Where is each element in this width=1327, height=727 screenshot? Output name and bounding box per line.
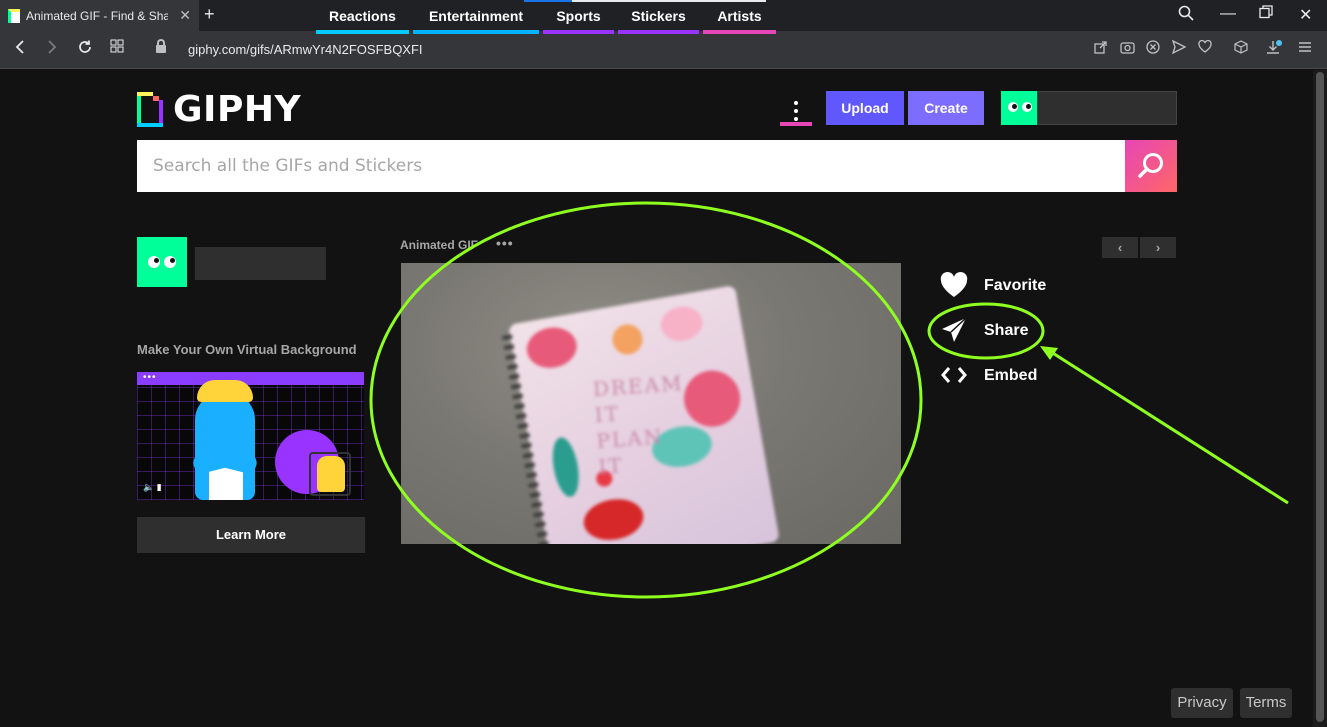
menu-icon[interactable]	[1298, 40, 1312, 57]
lock-icon[interactable]	[156, 39, 166, 53]
close-tab-icon[interactable]: ✕	[179, 7, 191, 24]
learn-more-button[interactable]: Learn More	[137, 517, 365, 553]
send-icon[interactable]	[1171, 39, 1187, 57]
giphy-favicon-icon	[8, 8, 20, 23]
ad-block-icon[interactable]	[1146, 40, 1160, 57]
nav-underline	[316, 30, 409, 34]
favorite-label: Favorite	[984, 277, 1047, 294]
channel-avatar[interactable]	[137, 237, 187, 287]
cube-icon[interactable]	[1234, 40, 1248, 57]
embed-button[interactable]: Embed	[940, 362, 1037, 390]
promo-call-controls-icon: 🔈 ▮	[143, 482, 162, 492]
nav-item-entertainment[interactable]: Entertainment	[413, 0, 539, 34]
share-button[interactable]: Share	[940, 317, 1028, 345]
page: Animated GIF - Find & Share on GIPHY ✕ +…	[0, 0, 1327, 727]
share-page-icon[interactable]	[1094, 40, 1108, 57]
download-icon[interactable]	[1266, 40, 1282, 59]
paper-plane-icon	[940, 317, 970, 345]
create-button[interactable]: Create	[908, 91, 984, 125]
search-icon	[1138, 153, 1163, 178]
nav-item-label: Stickers	[631, 8, 686, 24]
speed-dial-icon[interactable]	[110, 39, 124, 58]
giphy-logo[interactable]: GIPHY	[137, 89, 302, 130]
minimize-icon[interactable]: —	[1220, 5, 1236, 23]
forward-icon[interactable]	[46, 39, 58, 60]
channel-name[interactable]	[195, 247, 326, 280]
promo-character-hair	[197, 380, 253, 402]
giphy-logo-icon	[137, 92, 163, 127]
privacy-link[interactable]: Privacy	[1171, 688, 1233, 718]
share-label: Share	[984, 322, 1029, 339]
gif-type-label: Animated GIF	[400, 238, 479, 252]
promo-dog-character	[317, 456, 345, 492]
camera-icon[interactable]	[1120, 40, 1135, 57]
notebook-image: DREAM IT PLAN IT	[502, 285, 780, 544]
heart-icon	[940, 272, 970, 300]
tab-title: Animated GIF - Find & Share on GIPHY	[26, 8, 168, 23]
logo-text: GIPHY	[173, 89, 302, 130]
address-bar: giphy.com/gifs/ARmwYr4N2FOSFBQXFI	[0, 31, 1327, 69]
search-tabs-icon[interactable]	[1178, 5, 1194, 26]
notebook-text: DREAM IT PLAN IT	[592, 370, 685, 479]
nav-underline	[703, 30, 776, 34]
gif-options-icon[interactable]: •••	[496, 235, 514, 251]
heart-outline-icon[interactable]	[1198, 39, 1212, 56]
more-nav-icon[interactable]	[780, 92, 812, 126]
embed-label: Embed	[984, 367, 1038, 384]
browser-tab[interactable]: Animated GIF - Find & Share on GIPHY ✕	[0, 0, 199, 31]
promo-window-bar: •••	[137, 372, 364, 385]
nav-underline	[413, 30, 539, 34]
upload-button[interactable]: Upload	[826, 91, 904, 125]
new-tab-icon[interactable]: +	[204, 4, 215, 25]
nav-item-label: Reactions	[329, 8, 396, 24]
restore-icon[interactable]	[1259, 5, 1273, 24]
user-menu[interactable]	[1037, 91, 1177, 125]
search-input[interactable]	[137, 140, 1125, 192]
annotation-arrow-head	[1040, 346, 1058, 360]
user-avatar[interactable]	[1001, 91, 1037, 125]
nav-item-label: Entertainment	[428, 8, 524, 24]
back-icon[interactable]	[14, 39, 26, 60]
nav-item-label: Sports	[556, 8, 601, 24]
annotation-arrow-line	[1047, 348, 1289, 505]
nav-item-stickers[interactable]: Stickers	[618, 0, 699, 34]
gif-player[interactable]: DREAM IT PLAN IT	[401, 263, 901, 544]
nav-item-sports[interactable]: Sports	[543, 0, 614, 34]
nav-item-label: Artists	[717, 8, 762, 24]
next-gif-button[interactable]: ›	[1140, 237, 1176, 258]
virtual-background-title: Make Your Own Virtual Background	[137, 342, 357, 357]
url-text[interactable]: giphy.com/gifs/ARmwYr4N2FOSFBQXFI	[188, 42, 423, 57]
googly-eyes-icon	[1008, 102, 1032, 112]
googly-eyes-icon	[148, 256, 176, 268]
close-window-icon[interactable]: ✕	[1299, 5, 1312, 25]
nav-item-reactions[interactable]: Reactions	[316, 0, 409, 34]
reload-icon[interactable]	[77, 39, 93, 60]
nav-underline	[618, 30, 699, 34]
search-button[interactable]	[1125, 140, 1177, 192]
virtual-background-promo[interactable]: ••• 🔈 ▮	[137, 372, 364, 500]
scrollbar-thumb[interactable]	[1316, 72, 1324, 722]
previous-gif-button[interactable]: ‹	[1102, 237, 1138, 258]
nav-item-artists[interactable]: Artists	[703, 0, 776, 34]
favorite-button[interactable]: Favorite	[940, 272, 1046, 300]
search-bar	[137, 140, 1125, 192]
code-brackets-icon	[940, 362, 970, 390]
nav-underline	[543, 30, 614, 34]
terms-link[interactable]: Terms	[1240, 688, 1292, 718]
